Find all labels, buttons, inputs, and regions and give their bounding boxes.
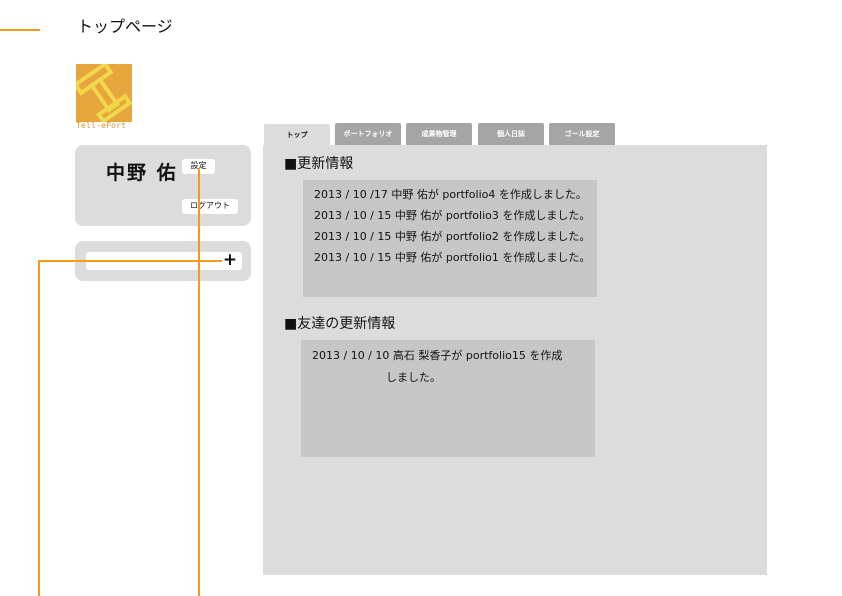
tab-top[interactable]: トップ (264, 124, 330, 146)
header-accent-line (0, 29, 40, 31)
tab-goals[interactable]: ゴール設定 (549, 123, 615, 145)
app-logo[interactable] (76, 64, 132, 122)
friend-updates-title: ■友達の更新情報 (284, 316, 396, 332)
annotation-line (38, 260, 222, 262)
annotation-line (38, 260, 40, 596)
user-name: 中野 佑 (106, 162, 178, 184)
update-item: 2013 / 10 /17 中野 佑が portfolio4 を作成しました。 (314, 188, 587, 201)
friend-update-item: しました。 (386, 371, 441, 384)
annotation-line (198, 168, 200, 596)
update-item: 2013 / 10 / 15 中野 佑が portfolio2 を作成しました。 (314, 230, 591, 243)
update-item: 2013 / 10 / 15 中野 佑が portfolio3 を作成しました。 (314, 209, 591, 222)
tab-deliverables[interactable]: 成果物管理 (406, 123, 472, 145)
page-title: トップページ (77, 17, 173, 36)
update-item: 2013 / 10 / 15 中野 佑が portfolio1 を作成しました。 (314, 251, 591, 264)
tab-portfolio[interactable]: ポートフォリオ (335, 123, 401, 145)
tab-journal[interactable]: 個人日誌 (478, 123, 544, 145)
friend-update-item: 2013 / 10 / 10 高石 梨香子が portfolio15 を作成 (312, 349, 563, 362)
logo-text: Tell-ePort (76, 121, 127, 130)
logout-button[interactable]: ログアウト (182, 199, 238, 214)
plus-icon[interactable]: + (222, 250, 238, 270)
updates-title: ■更新情報 (284, 156, 354, 172)
logo-mark-icon (76, 64, 132, 122)
